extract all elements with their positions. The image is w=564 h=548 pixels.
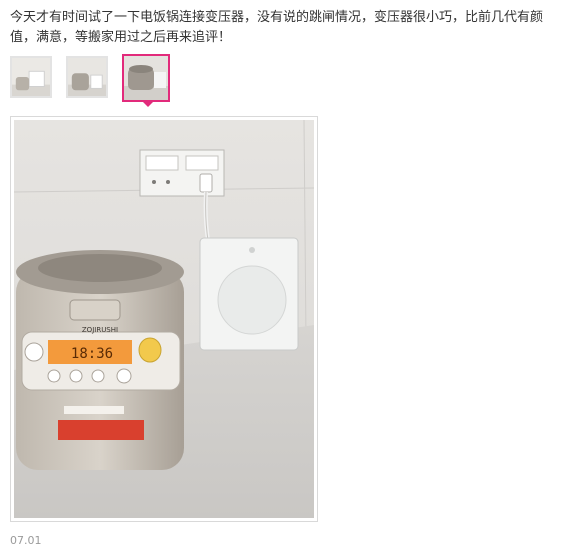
thumbnail-2[interactable]: [66, 56, 108, 98]
cooker-brand: ZOJIRUSHI: [82, 326, 118, 334]
thumbnail-3[interactable]: [122, 54, 170, 102]
review-photo[interactable]: 18:36 ZOJIRUSHI: [10, 116, 318, 522]
rice-cooker-photo: 18:36 ZOJIRUSHI: [14, 120, 314, 518]
thumbnail-1-image: [12, 58, 50, 96]
thumbnail-3-image: [124, 56, 168, 100]
thumbnail-2-image: [68, 58, 106, 96]
cooker-display-time: 18:36: [71, 346, 113, 362]
selected-thumbnail-indicator: [143, 102, 153, 107]
review-text: 今天才有时间试了一下电饭锅连接变压器，没有说的跳闸情况，变压器很小巧，比前几代有…: [10, 10, 544, 45]
thumbnail-1[interactable]: [10, 56, 52, 98]
